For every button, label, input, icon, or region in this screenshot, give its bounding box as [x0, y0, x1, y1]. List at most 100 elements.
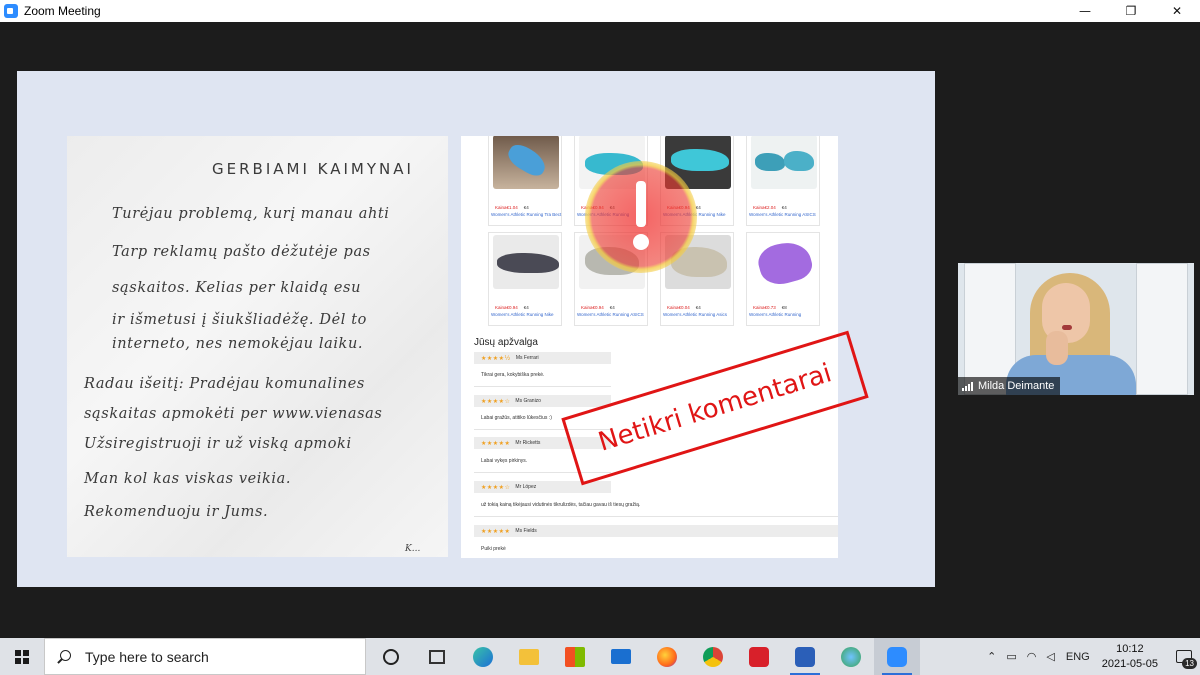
taskbar-apps — [368, 638, 920, 675]
firefox-icon — [657, 646, 677, 667]
maps-icon — [841, 646, 861, 667]
review-stars: ★★★★☆ — [481, 483, 511, 491]
letter-corner-mark: K... — [405, 544, 421, 554]
task-view-button[interactable] — [414, 638, 460, 675]
reviewer-name: Ms Ferrari — [515, 355, 539, 361]
mail-icon — [611, 649, 631, 664]
reviewer-name: Mr Ricketts — [515, 440, 541, 446]
product-card: Kaina€1.04 €4 Women's Athletic Running Tr… — [488, 136, 562, 226]
review-text: už tokią kainą tikėjausi vidutinės tikru… — [481, 502, 641, 508]
mail-button[interactable] — [598, 638, 644, 675]
store-icon — [565, 646, 585, 667]
letter-line: Turėjau problemą, kurį manau ahti — [112, 206, 390, 222]
product-name[interactable]: Women's Athletic Running Asics — [663, 312, 727, 317]
review-text: Labai gražūs, atitiko lūkesčius :) — [481, 415, 552, 421]
review-text: Puiki prekė — [481, 546, 506, 552]
chevron-up-icon[interactable]: ⌃ — [987, 650, 996, 663]
connection-signal-icon — [962, 381, 973, 391]
cortana-icon — [383, 648, 399, 665]
search-icon — [57, 649, 71, 664]
restore-button[interactable]: ❐ — [1108, 0, 1154, 22]
letter-line: Užsiregistruoji ir už viską apmoki — [84, 436, 352, 452]
product-image — [493, 235, 559, 289]
acrobat-icon — [749, 646, 769, 667]
review-header: ★★★★★ Ms Fields — [474, 525, 838, 537]
product-name[interactable]: Women's Athletic Running Nike — [491, 312, 554, 317]
zoom-icon — [887, 646, 907, 667]
review-stars: ★★★★★ — [481, 527, 511, 535]
warning-icon — [585, 161, 697, 273]
minimize-button[interactable]: — — [1062, 0, 1108, 22]
volume-icon[interactable]: ◁ — [1046, 650, 1054, 663]
word-button[interactable] — [782, 638, 828, 675]
product-price: Kaina€0.73 €8 — [753, 305, 787, 310]
letter-line: ir išmetusi į šiukšliadėžę. Dėl to — [112, 312, 367, 328]
zoom-button[interactable] — [874, 638, 920, 675]
clock[interactable]: 10:12 2021-05-05 — [1102, 642, 1158, 672]
letter-line: Radau išeitį: Pradėjau komunalines — [84, 376, 365, 392]
file-explorer-button[interactable] — [506, 638, 552, 675]
product-image — [751, 136, 817, 189]
participant-name: Milda Deimante — [978, 380, 1055, 392]
review-header: ★★★★☆ Mr López — [474, 481, 611, 493]
reviewer-name: Mr López — [515, 484, 537, 490]
taskbar-search[interactable]: Type here to search — [44, 638, 366, 675]
start-button[interactable] — [0, 638, 44, 675]
language-indicator[interactable]: ENG — [1066, 651, 1090, 663]
battery-icon[interactable]: ▭ — [1006, 650, 1016, 663]
letter-line: Tarp reklamų pašto dėžutėje pas — [112, 244, 371, 260]
word-icon — [795, 646, 815, 667]
product-name[interactable]: Women's Athletic Running Tra Bect — [491, 212, 561, 217]
meeting-area: GERBIAMI KAIMYNAI Turėjau problemą, kurį… — [0, 22, 1200, 637]
shared-screen: GERBIAMI KAIMYNAI Turėjau problemą, kurį… — [17, 71, 935, 587]
review-text: Tikrai gera, kokybiška prekė. — [481, 372, 545, 378]
product-name[interactable]: Women's Athletic Running ASICS — [749, 212, 816, 217]
product-name[interactable]: Women's Athletic Running ASICS — [577, 312, 644, 317]
review-text: Labai vykęs pirkinys. — [481, 458, 528, 464]
store-button[interactable] — [552, 638, 598, 675]
product-price: Kaina€0.04 €4 — [667, 305, 701, 310]
close-button[interactable]: ✕ — [1154, 0, 1200, 22]
participant-video[interactable]: Milda Deimante — [958, 263, 1194, 395]
letter-heading: GERBIAMI KAIMYNAI — [212, 160, 414, 178]
clock-time: 10:12 — [1116, 642, 1144, 655]
review-divider — [474, 386, 611, 387]
letter-line: sąskaitas apmokėti per www.vienasas — [84, 406, 383, 422]
zoom-logo-icon — [4, 4, 18, 18]
firefox-button[interactable] — [644, 638, 690, 675]
product-name[interactable]: Women's Athletic Running — [749, 312, 801, 317]
review-header: ★★★★☆ Ms Granizo — [474, 395, 611, 407]
window-controls: — ❐ ✕ — [1062, 0, 1200, 22]
taskbar: Type here to search ⌃ ▭ ◠ ◁ ENG 10:12 20… — [0, 638, 1200, 675]
search-placeholder: Type here to search — [85, 648, 209, 665]
review-stars: ★★★★★ — [481, 439, 511, 447]
notification-button[interactable]: 13 — [1168, 638, 1200, 675]
edge-icon — [473, 646, 493, 667]
wifi-icon[interactable]: ◠ — [1027, 650, 1037, 663]
title-bar: Zoom Meeting — ❐ ✕ — [0, 0, 1200, 22]
letter-line: interneto, nes nemokėjau laiku. — [112, 336, 364, 352]
background-cabinet — [1136, 263, 1188, 395]
reviews-title: Jūsų apžvalga — [474, 337, 538, 348]
windows-logo-icon — [15, 649, 29, 664]
maps-button[interactable] — [828, 638, 874, 675]
review-stars: ★★★★☆ — [481, 397, 511, 405]
system-tray: ⌃ ▭ ◠ ◁ ENG 10:12 2021-05-05 13 — [982, 638, 1200, 675]
product-price: Kaina€0.94€4 — [581, 305, 615, 310]
reviewer-name: Ms Granizo — [515, 398, 541, 404]
participant-name-tag: Milda Deimante — [958, 377, 1061, 395]
review-header: ★★★★½ Ms Ferrari — [474, 352, 611, 364]
notification-count: 13 — [1182, 658, 1197, 669]
product-card: Kaina€2.04 €4 Women's Athletic Running AS… — [746, 136, 820, 226]
file-explorer-icon — [519, 648, 539, 665]
acrobat-button[interactable] — [736, 638, 782, 675]
product-image — [493, 136, 559, 189]
product-card: Kaina€0.94€4 Women's Athletic Running Ni… — [488, 232, 562, 326]
product-price: Kaina€1.04 €4 — [495, 205, 529, 210]
product-card: Kaina€0.73 €8 Women's Athletic Running — [746, 232, 820, 326]
chrome-button[interactable] — [690, 638, 736, 675]
edge-button[interactable] — [460, 638, 506, 675]
cortana-button[interactable] — [368, 638, 414, 675]
task-view-icon — [429, 649, 445, 664]
letter-line: sąskaitos. Kelias per klaidą esu — [112, 280, 362, 296]
